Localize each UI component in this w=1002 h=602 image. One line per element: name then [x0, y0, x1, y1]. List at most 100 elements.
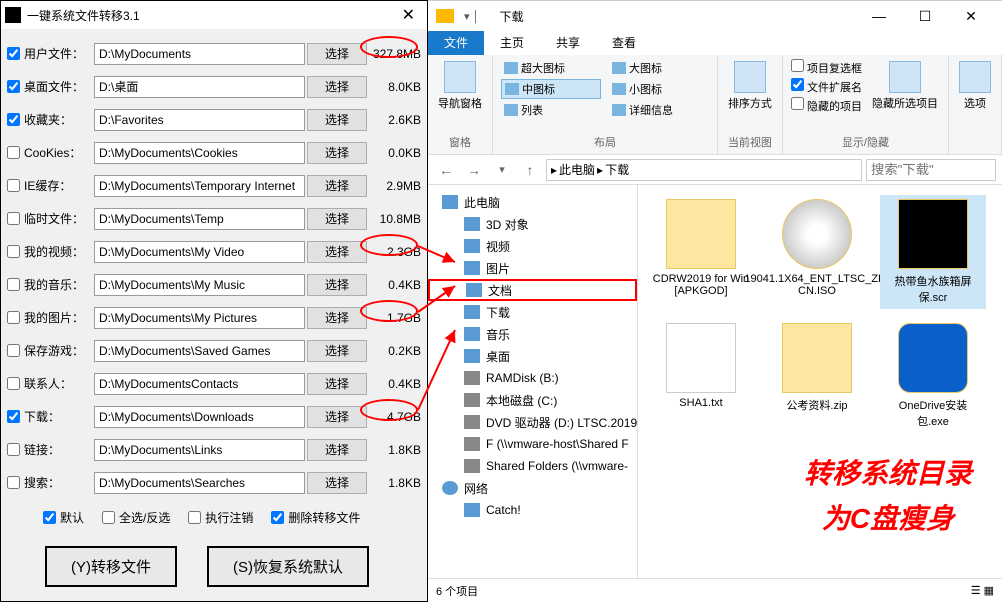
row-checkbox[interactable] [7, 476, 20, 489]
row-checkbox[interactable] [7, 278, 20, 291]
opt-select-all[interactable]: 全选/反选 [102, 509, 170, 526]
path-input[interactable] [94, 109, 305, 131]
path-input[interactable] [94, 175, 305, 197]
row-checkbox[interactable] [7, 311, 20, 324]
row-checkbox[interactable] [7, 146, 20, 159]
path-input[interactable] [94, 340, 305, 362]
file-item[interactable]: 热带鱼水族箱屏保.scr [880, 195, 986, 309]
path-input[interactable] [94, 373, 305, 395]
hide-button[interactable]: 隐藏所选项目 [870, 59, 940, 114]
path-input[interactable] [94, 76, 305, 98]
path-input[interactable] [94, 241, 305, 263]
opt-logout[interactable]: 执行注销 [188, 509, 253, 526]
folder-icon [436, 9, 454, 23]
tab-1[interactable]: 主页 [484, 31, 540, 55]
chk-hidden[interactable]: 隐藏的项目 [791, 97, 862, 114]
history-button[interactable]: ▾ [490, 158, 514, 182]
row-checkbox[interactable] [7, 80, 20, 93]
tree-node[interactable]: 网络 [428, 477, 637, 499]
select-button[interactable]: 选择 [307, 406, 367, 428]
file-item[interactable]: OneDrive安装包.exe [880, 319, 986, 433]
path-input[interactable] [94, 274, 305, 296]
tree-node[interactable]: 此电脑 [428, 191, 637, 213]
minimize-button[interactable]: — [856, 8, 902, 25]
forward-button[interactable]: → [462, 158, 486, 182]
select-button[interactable]: 选择 [307, 175, 367, 197]
select-button[interactable]: 选择 [307, 274, 367, 296]
path-input[interactable] [94, 43, 305, 65]
app-icon [5, 7, 21, 23]
close-button[interactable]: ✕ [394, 5, 423, 25]
path-input[interactable] [94, 307, 305, 329]
file-item[interactable]: CDRW2019 for Win [APKGOD] [648, 195, 754, 309]
layout-xl[interactable]: 超大图标 [501, 59, 601, 77]
file-item[interactable]: 19041.1X64_ENT_LTSC_ZH-CN.ISO [764, 195, 870, 309]
row-checkbox[interactable] [7, 47, 20, 60]
layout-md[interactable]: 中图标 [501, 79, 601, 99]
nav-pane-button[interactable]: 导航窗格 [436, 59, 484, 113]
opt-delete[interactable]: 删除转移文件 [271, 509, 360, 526]
select-button[interactable]: 选择 [307, 307, 367, 329]
tree-node[interactable]: 文档 [428, 279, 637, 301]
tab-0[interactable]: 文件 [428, 31, 484, 55]
layout-detail[interactable]: 详细信息 [609, 101, 709, 119]
row-label: 保存游戏： [24, 342, 94, 359]
tree-node[interactable]: 3D 对象 [428, 213, 637, 235]
back-button[interactable]: ← [434, 158, 458, 182]
path-input[interactable] [94, 439, 305, 461]
select-button[interactable]: 选择 [307, 142, 367, 164]
tree-node[interactable]: Shared Folders (\\vmware- [428, 455, 637, 477]
tree-node[interactable]: 音乐 [428, 323, 637, 345]
tree-node[interactable]: DVD 驱动器 (D:) LTSC.2019. [428, 411, 637, 433]
layout-sm[interactable]: 小图标 [609, 79, 709, 99]
breadcrumb[interactable]: ▸此电脑▸下载 [546, 159, 862, 181]
row-checkbox[interactable] [7, 113, 20, 126]
select-button[interactable]: 选择 [307, 76, 367, 98]
tree-node[interactable]: RAMDisk (B:) [428, 367, 637, 389]
sort-button[interactable]: 排序方式 [726, 59, 774, 113]
path-input[interactable] [94, 142, 305, 164]
transfer-button[interactable]: (Y)转移文件 [45, 546, 177, 587]
select-button[interactable]: 选择 [307, 340, 367, 362]
chk-extensions[interactable]: 文件扩展名 [791, 78, 862, 95]
tree-node[interactable]: 桌面 [428, 345, 637, 367]
select-button[interactable]: 选择 [307, 439, 367, 461]
path-input[interactable] [94, 406, 305, 428]
options-button[interactable]: 选项 [957, 59, 993, 113]
maximize-button[interactable]: ☐ [902, 8, 948, 25]
select-button[interactable]: 选择 [307, 109, 367, 131]
select-button[interactable]: 选择 [307, 472, 367, 494]
tree-node[interactable]: 图片 [428, 257, 637, 279]
select-button[interactable]: 选择 [307, 208, 367, 230]
path-input[interactable] [94, 208, 305, 230]
layout-list[interactable]: 列表 [501, 101, 601, 119]
row-checkbox[interactable] [7, 245, 20, 258]
tree-node[interactable]: Catch! [428, 499, 637, 521]
chk-checkboxes[interactable]: 项目复选框 [791, 59, 862, 76]
tab-2[interactable]: 共享 [540, 31, 596, 55]
select-button[interactable]: 选择 [307, 373, 367, 395]
tree-node[interactable]: 本地磁盘 (C:) [428, 389, 637, 411]
row-checkbox[interactable] [7, 344, 20, 357]
tree-node[interactable]: 视频 [428, 235, 637, 257]
row-checkbox[interactable] [7, 212, 20, 225]
row-checkbox[interactable] [7, 410, 20, 423]
row-checkbox[interactable] [7, 377, 20, 390]
tree-node[interactable]: F (\\vmware-host\Shared F [428, 433, 637, 455]
tab-3[interactable]: 查看 [596, 31, 652, 55]
file-item[interactable]: 公考资料.zip [764, 319, 870, 433]
search-input[interactable] [866, 159, 996, 181]
up-button[interactable]: ↑ [518, 158, 542, 182]
view-toggle[interactable]: ☰ ▦ [971, 584, 994, 597]
layout-lg[interactable]: 大图标 [609, 59, 709, 77]
restore-button[interactable]: (S)恢复系统默认 [207, 546, 369, 587]
tree-node[interactable]: 下载 [428, 301, 637, 323]
row-checkbox[interactable] [7, 443, 20, 456]
close-button[interactable]: ✕ [948, 8, 994, 25]
select-button[interactable]: 选择 [307, 43, 367, 65]
opt-default[interactable]: 默认 [43, 509, 84, 526]
path-input[interactable] [94, 472, 305, 494]
select-button[interactable]: 选择 [307, 241, 367, 263]
file-item[interactable]: SHA1.txt [648, 319, 754, 433]
row-checkbox[interactable] [7, 179, 20, 192]
